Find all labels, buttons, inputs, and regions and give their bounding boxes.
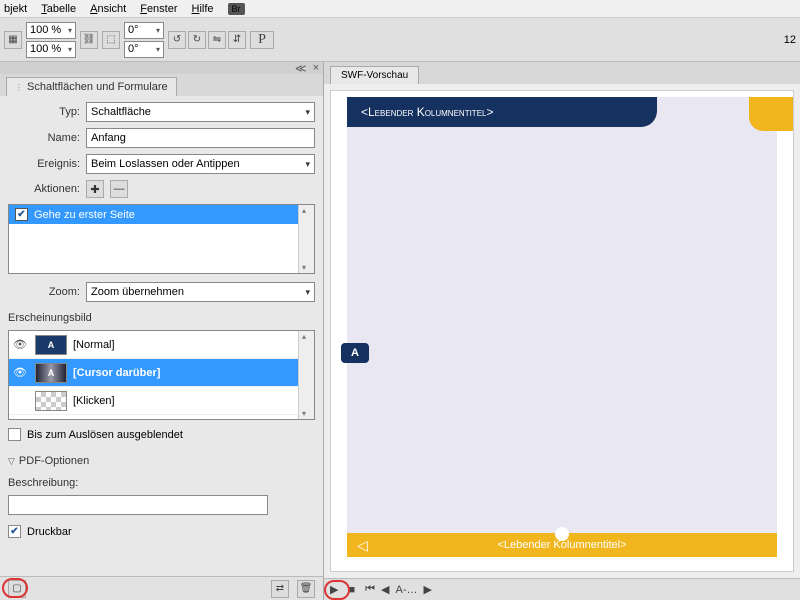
preview-icon[interactable]: ▢ (8, 580, 26, 598)
typ-label: Typ: (8, 106, 80, 118)
menu-hilfe[interactable]: Hilfe (192, 3, 214, 15)
rotate-deg[interactable]: 0° (124, 22, 164, 39)
add-action-button[interactable]: ✚ (86, 180, 104, 198)
panel-header-controls: ≪ × (0, 62, 323, 74)
tool-icon[interactable]: ▦ (4, 31, 22, 49)
side-badge[interactable]: A (341, 343, 369, 363)
prev-page-icon[interactable]: ◀ (381, 583, 389, 596)
appearance-label: Erscheinungsbild (8, 312, 315, 324)
zoom-label: Zoom: (8, 286, 80, 298)
flip-h-icon[interactable]: ⇋ (208, 31, 226, 49)
scrollbar[interactable] (298, 205, 314, 273)
eye-icon[interactable]: 👁 (13, 338, 29, 351)
appearance-list: 👁 A [Normal] 👁 A [Cursor darüber] [Klick… (8, 330, 315, 420)
stop-button[interactable]: ■ (348, 584, 355, 596)
preview-area: SWF-Vorschau <Lebender Kolumnentitel> A … (324, 62, 800, 600)
grip-icon: ⋮ (15, 83, 23, 92)
state-hover[interactable]: 👁 A [Cursor darüber] (9, 359, 314, 387)
zoom-select[interactable]: Zoom übernehmen (86, 282, 315, 302)
rotate-ccw-icon[interactable]: ↺ (168, 31, 186, 49)
state-normal[interactable]: 👁 A [Normal] (9, 331, 314, 359)
footer-arrow-icon: ◁ (357, 537, 368, 554)
page-navigator[interactable]: ⏮ ◀ A-… ▶ (365, 583, 432, 596)
panel-footer: ▢ ⇄ 🗑 (0, 576, 323, 600)
hide-until-trigger-checkbox[interactable] (8, 428, 21, 441)
trash-icon[interactable]: 🗑 (297, 580, 315, 598)
name-label: Name: (8, 132, 80, 144)
typ-select[interactable]: Schaltfläche (86, 102, 315, 122)
zoom-x[interactable]: 100 % (26, 22, 76, 39)
preview-controls: ▶ ■ ⏮ ◀ A-… ▶ (324, 578, 800, 600)
buttons-forms-panel: ≪ × ⋮Schaltflächen und Formulare Typ: Sc… (0, 62, 324, 600)
hide-until-trigger-label: Bis zum Auslösen ausgeblendet (27, 429, 183, 441)
swatch-normal: A (35, 335, 67, 355)
toolbar-right-num: 12 (784, 34, 796, 46)
transform-icons: ↺ ↻ ⇋ ⇵ (168, 31, 246, 49)
name-input[interactable]: Anfang (86, 128, 315, 148)
druckbar-checkbox[interactable]: ✔ (8, 525, 21, 538)
druckbar-label: Druckbar (27, 526, 72, 538)
menu-objekt[interactable]: bjekt (4, 3, 27, 15)
running-footer: ◁ <Lebender Kolumnentitel> (347, 533, 777, 557)
swatch-hover: A (35, 363, 67, 383)
scrollbar[interactable] (298, 331, 314, 419)
next-page-icon[interactable]: ▶ (424, 583, 432, 596)
yellow-corner (749, 97, 793, 131)
state-click[interactable]: [Klicken] (9, 387, 314, 415)
rotate-cw-icon[interactable]: ↻ (188, 31, 206, 49)
zoom-y[interactable]: 100 % (26, 41, 76, 58)
running-header: <Lebender Kolumnentitel> (347, 97, 657, 127)
action-list[interactable]: ✔ Gehe zu erster Seite (8, 204, 315, 274)
pdf-options-toggle[interactable]: PDF-Optionen (8, 455, 315, 467)
ereignis-label: Ereignis: (8, 158, 80, 170)
menu-tabelle[interactable]: Tabelle (41, 3, 76, 15)
aktionen-label: Aktionen: (8, 183, 80, 195)
preview-canvas: <Lebender Kolumnentitel> A ◁ <Lebender K… (330, 90, 794, 572)
panel-collapse-icon[interactable]: ≪ (295, 62, 307, 75)
panel-tab[interactable]: ⋮Schaltflächen und Formulare (6, 77, 177, 96)
bridge-icon[interactable]: Br (228, 3, 245, 15)
paragraph-icon[interactable]: P (250, 31, 274, 49)
control-toolbar: ▦ 100 % 100 % ⛓ ⬚ 0° 0° ↺ ↻ ⇋ ⇵ P 12 (0, 18, 800, 62)
beschreibung-label: Beschreibung: (8, 477, 315, 489)
convert-icon[interactable]: ⇄ (271, 580, 289, 598)
swf-preview-tab[interactable]: SWF-Vorschau (330, 66, 419, 84)
eye-icon[interactable]: 👁 (13, 366, 29, 379)
menu-fenster[interactable]: Fenster (140, 3, 177, 15)
ereignis-select[interactable]: Beim Loslassen oder Antippen (86, 154, 315, 174)
page: <Lebender Kolumnentitel> A (347, 97, 777, 535)
swatch-click (35, 391, 67, 411)
link-icon[interactable]: ⛓ (80, 31, 98, 49)
action-item-goto-first[interactable]: ✔ Gehe zu erster Seite (9, 205, 314, 224)
beschreibung-input[interactable] (8, 495, 268, 515)
fit-icon[interactable]: ⬚ (102, 31, 120, 49)
shear-deg[interactable]: 0° (124, 41, 164, 58)
menu-bar: bjekt Tabelle Ansicht Fenster Hilfe Br (0, 0, 800, 18)
action-check-icon[interactable]: ✔ (15, 208, 28, 221)
remove-action-button[interactable]: — (110, 180, 128, 198)
panel-close-icon[interactable]: × (313, 62, 319, 74)
first-page-icon[interactable]: ⏮ (365, 583, 375, 596)
play-button[interactable]: ▶ (330, 583, 338, 596)
flip-v-icon[interactable]: ⇵ (228, 31, 246, 49)
menu-ansicht[interactable]: Ansicht (90, 3, 126, 15)
